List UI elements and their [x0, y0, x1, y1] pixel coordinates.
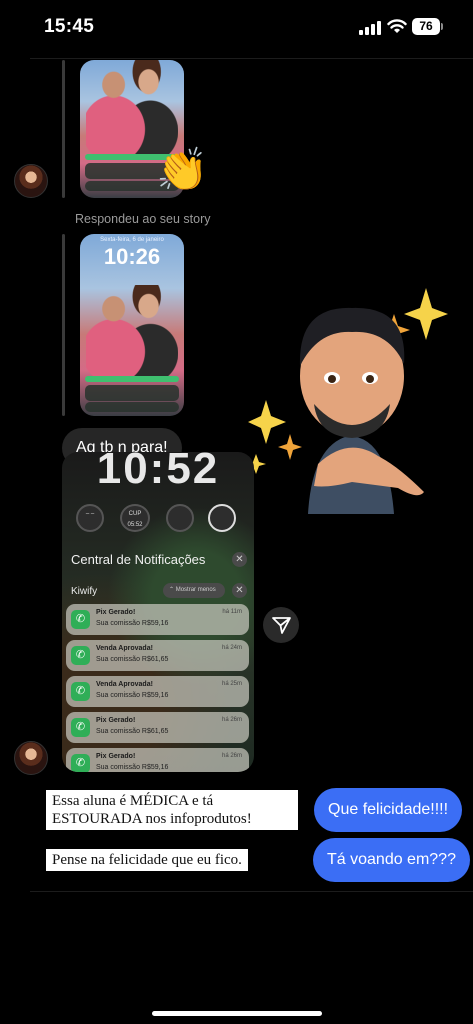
- notification-item[interactable]: ✆ Venda Aprovada! Sua comissão R$61,65 h…: [66, 640, 249, 671]
- app-name: Kiwify: [71, 586, 98, 597]
- widget-ring: – –: [76, 504, 104, 532]
- message-bubble-outgoing[interactable]: Tá voando em???: [313, 838, 470, 882]
- clap-icon: 👏: [156, 146, 209, 193]
- phone-icon: ✆: [71, 682, 90, 701]
- notification-item[interactable]: ✆ Pix Gerado! Sua comissão R$59,16 há 26…: [66, 748, 249, 772]
- notification-item[interactable]: ✆ Venda Aprovada! Sua comissão R$59,16 h…: [66, 676, 249, 707]
- story-thumbnail[interactable]: Sexta-feira, 6 de janeiro 10:26: [80, 234, 184, 416]
- replied-label: Respondeu ao seu story: [75, 212, 211, 226]
- notification-time: há 24m: [221, 645, 242, 651]
- story-photo: [86, 284, 178, 380]
- phone-icon: ✆: [71, 610, 90, 629]
- memoji-sticker-icon: [248, 288, 448, 514]
- story-notification: [85, 402, 179, 412]
- notification-body: Sua comissão R$59,16: [96, 764, 169, 771]
- notification-center-title: Central de Notificações: [71, 552, 206, 567]
- notification-body: Sua comissão R$59,16: [96, 620, 169, 627]
- story-notification-bar: [85, 376, 179, 382]
- close-icon[interactable]: ✕: [232, 552, 247, 567]
- caption-text: Pense na felicidade que eu fico.: [46, 849, 248, 871]
- notification-item[interactable]: ✆ Pix Gerado! Sua comissão R$59,16 há 11…: [66, 604, 249, 635]
- share-button[interactable]: [263, 607, 299, 643]
- widget-clock: CUP 05:52: [120, 504, 150, 532]
- close-icon[interactable]: ✕: [232, 583, 247, 598]
- notification-item[interactable]: ✆ Pix Gerado! Sua comissão R$61,65 há 26…: [66, 712, 249, 743]
- widget-phone: [208, 504, 236, 532]
- phone-icon: ✆: [71, 646, 90, 665]
- show-less-label: Mostrar menos: [175, 587, 216, 593]
- battery-tip: [441, 23, 443, 30]
- reply-bar: [62, 234, 65, 416]
- reply-bar: [62, 60, 65, 198]
- show-less-button[interactable]: ⌃ Mostrar menos: [163, 583, 225, 598]
- story-date: Sexta-feira, 6 de janeiro: [100, 237, 164, 243]
- avatar[interactable]: [14, 741, 48, 775]
- notification-title: Venda Aprovada!: [96, 681, 153, 688]
- status-bar: 15:45 76: [0, 0, 473, 56]
- notification-title: Pix Gerado!: [96, 753, 136, 760]
- notification-title: Pix Gerado!: [96, 609, 136, 616]
- notification-time: há 25m: [221, 681, 242, 687]
- story-clock: 10:26: [103, 244, 161, 269]
- notification-time: há 26m: [221, 717, 242, 723]
- notification-body: Sua comissão R$61,65: [96, 656, 169, 663]
- phone-icon: ✆: [71, 718, 90, 737]
- battery-icon: 76: [412, 18, 440, 35]
- divider: [30, 891, 473, 892]
- lockscreen-clock: 10:52: [96, 452, 220, 493]
- signal-icon: [359, 21, 381, 35]
- paper-plane-icon: [272, 617, 291, 634]
- status-time: 15:45: [44, 16, 95, 37]
- avatar[interactable]: [14, 164, 48, 198]
- home-indicator[interactable]: [152, 1011, 322, 1016]
- notification-title: Venda Aprovada!: [96, 645, 153, 652]
- divider: [30, 58, 473, 59]
- notification-time: há 11m: [222, 609, 242, 615]
- wifi-icon: [387, 19, 407, 33]
- notification-title: Pix Gerado!: [96, 717, 136, 724]
- widget-battery: [166, 504, 194, 532]
- notification-body: Sua comissão R$59,16: [96, 692, 169, 699]
- story-photo: [86, 60, 178, 160]
- caption-text: Essa aluna é MÉDICA e tá ESTOURADA nos i…: [46, 790, 298, 830]
- widget-city: CUP: [128, 511, 142, 517]
- phone-icon: ✆: [71, 754, 90, 772]
- widget-time: 05:52: [127, 522, 143, 528]
- notification-screenshot[interactable]: 10:52 – – CUP 05:52 Central de Notificaç…: [62, 452, 254, 772]
- story-notification: [85, 385, 179, 401]
- notification-time: há 26m: [221, 753, 242, 759]
- notification-body: Sua comissão R$61,65: [96, 728, 169, 735]
- message-bubble-outgoing[interactable]: Que felicidade!!!!: [314, 788, 463, 832]
